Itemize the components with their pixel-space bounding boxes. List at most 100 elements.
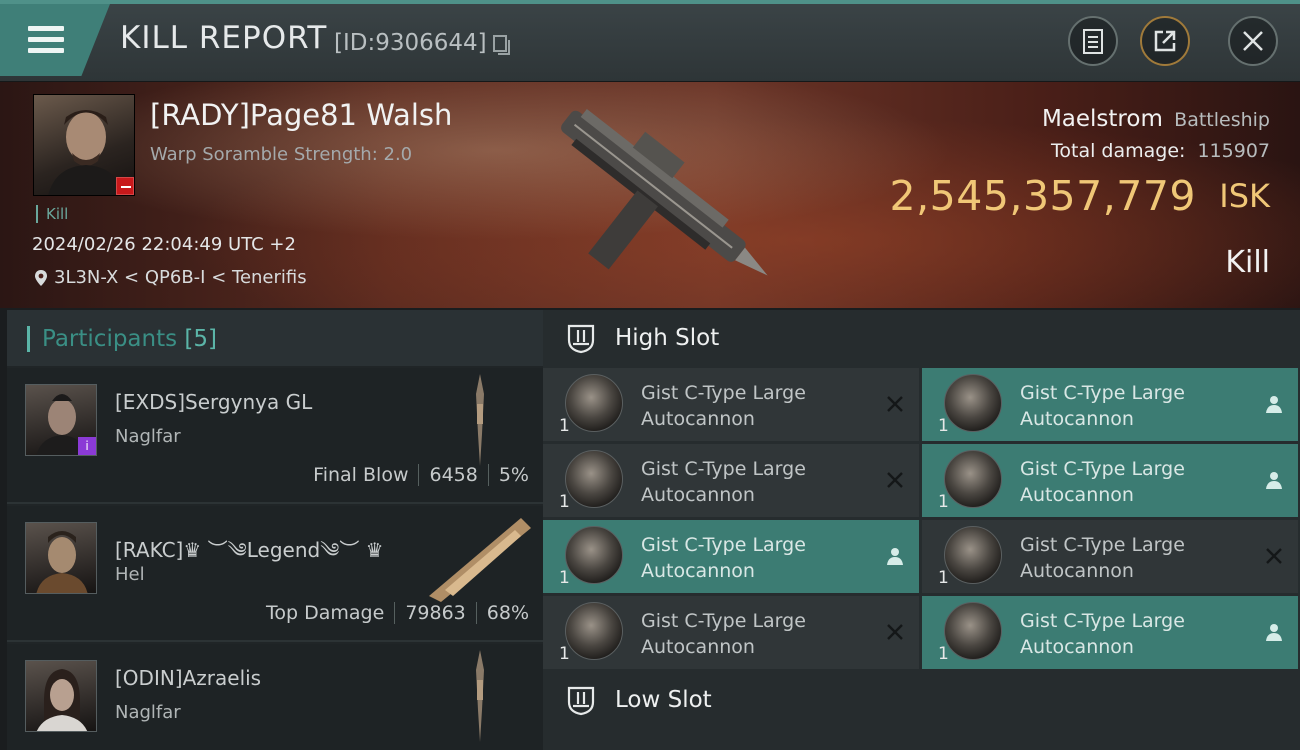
module-quantity: 1 xyxy=(559,568,570,588)
participants-panel: Participants [5] i [EXDS]Sergynya GL Nag… xyxy=(7,310,543,750)
dropped-person-icon xyxy=(1266,624,1282,641)
module-item[interactable]: 1 Gist C-Type Large Autocannon xyxy=(543,596,919,669)
module-item[interactable]: 1 Gist C-Type Large Autocannon xyxy=(922,596,1298,669)
dropped-person-icon xyxy=(887,548,903,565)
low-slot-icon xyxy=(567,686,595,716)
module-quantity: 1 xyxy=(938,644,949,664)
module-quantity: 1 xyxy=(559,416,570,436)
high-slot-icon xyxy=(567,324,595,354)
module-quantity: 1 xyxy=(938,416,949,436)
module-name: Gist C-Type Large Autocannon xyxy=(1020,458,1185,506)
clipboard-button[interactable] xyxy=(1068,16,1118,66)
page-title: KILL REPORT xyxy=(120,20,328,56)
participant-percent: 5% xyxy=(498,464,529,486)
dropped-person-icon xyxy=(1266,472,1282,489)
participant-ship: Hel xyxy=(115,564,145,585)
participant-role: Top Damage xyxy=(266,602,385,624)
participant-row[interactable]: [ODIN]Azraelis Naglfar xyxy=(7,644,543,750)
high-slot-label: High Slot xyxy=(615,325,720,351)
top-bar: KILL REPORT [ID:9306644] xyxy=(0,0,1300,82)
participant-ship: Naglfar xyxy=(115,702,181,723)
participant-row[interactable]: i [EXDS]Sergynya GL Naglfar Final Blow 6… xyxy=(7,368,543,504)
ship-render-image xyxy=(561,108,768,276)
close-button[interactable] xyxy=(1228,16,1278,66)
pilot-portrait xyxy=(36,531,88,593)
module-quantity: 1 xyxy=(559,492,570,512)
module-name: Gist C-Type Large Autocannon xyxy=(1020,534,1185,582)
kill-tag: Kill xyxy=(36,205,68,223)
dropped-person-icon xyxy=(1266,396,1282,413)
autocannon-icon xyxy=(565,602,623,660)
participant-name: [RAKC]♛ ︶༄Legend༄︶ ♛ xyxy=(115,538,384,562)
module-item[interactable]: 1 Gist C-Type Large Autocannon xyxy=(922,368,1298,441)
module-item[interactable]: 1 Gist C-Type Large Autocannon xyxy=(543,444,919,517)
module-name: Gist C-Type Large Autocannon xyxy=(641,382,806,430)
module-quantity: 1 xyxy=(559,644,570,664)
victim-ship[interactable]: Maelstrom Battleship xyxy=(1042,106,1270,132)
isk-value: 2,545,357,779 xyxy=(889,172,1196,220)
module-item[interactable]: 1 Gist C-Type Large Autocannon xyxy=(543,520,919,593)
autocannon-icon xyxy=(565,526,623,584)
participant-name: [EXDS]Sergynya GL xyxy=(115,390,313,414)
autocannon-icon xyxy=(565,374,623,432)
copy-icon[interactable] xyxy=(492,34,512,56)
divider xyxy=(487,464,489,486)
autocannon-icon xyxy=(944,602,1002,660)
module-name: Gist C-Type Large Autocannon xyxy=(1020,610,1185,658)
total-damage-label: Total damage: xyxy=(1051,140,1186,162)
kill-timestamp: 2024/02/26 22:04:49 UTC +2 xyxy=(32,234,296,255)
participant-name: [ODIN]Azraelis xyxy=(115,666,262,690)
close-icon xyxy=(1243,31,1263,51)
participant-damage: 79863 xyxy=(405,602,466,624)
participants-count: [5] xyxy=(184,326,218,352)
module-item[interactable]: 1 Gist C-Type Large Autocannon xyxy=(922,444,1298,517)
total-damage-value: 115907 xyxy=(1197,140,1270,162)
divider xyxy=(418,464,420,486)
autocannon-icon xyxy=(944,450,1002,508)
autocannon-icon xyxy=(944,374,1002,432)
warp-scramble-strength: Warp Soramble Strength: 2.0 xyxy=(150,144,413,165)
module-name: Gist C-Type Large Autocannon xyxy=(641,534,806,582)
kill-location[interactable]: 3L3N-X < QP6B-I < Tenerifis xyxy=(34,267,307,288)
participant-role: Final Blow xyxy=(313,464,409,486)
divider xyxy=(475,602,477,624)
share-icon xyxy=(1154,30,1176,52)
ship-class: Battleship xyxy=(1174,109,1270,131)
module-name: Gist C-Type Large Autocannon xyxy=(641,610,806,658)
module-quantity: 1 xyxy=(938,492,949,512)
participant-ship: Naglfar xyxy=(115,426,181,447)
module-item[interactable]: 1 Gist C-Type Large Autocannon xyxy=(922,520,1298,593)
participants-header[interactable]: Participants [5] xyxy=(7,310,543,366)
participant-row[interactable]: [RAKC]♛ ︶༄Legend༄︶ ♛ Hel Top Damage 7986… xyxy=(7,506,543,642)
divider xyxy=(394,602,396,624)
module-name: Gist C-Type Large Autocannon xyxy=(641,458,806,506)
module-name: Gist C-Type Large Autocannon xyxy=(1020,382,1185,430)
fitting-panel: High Slot 1 Gist C-Type Large Autocannon … xyxy=(543,310,1300,750)
participant-ship-image xyxy=(476,374,484,466)
avatar xyxy=(25,660,97,732)
destroyed-icon xyxy=(887,624,903,640)
autocannon-icon xyxy=(944,526,1002,584)
kill-result: Kill xyxy=(1225,245,1270,280)
location-pin-icon xyxy=(35,269,47,286)
victim-name[interactable]: [RADY]Page81 Walsh xyxy=(150,98,452,132)
participant-stats: Top Damage 79863 68% xyxy=(266,602,529,624)
info-badge: i xyxy=(78,437,96,455)
avatar: i xyxy=(25,384,97,456)
low-slot-header: Low Slot xyxy=(543,672,1300,730)
participant-damage: 6458 xyxy=(429,464,478,486)
module-item[interactable]: 1 Gist C-Type Large Autocannon xyxy=(543,368,919,441)
destroyed-icon xyxy=(1266,548,1282,564)
participant-stats: Final Blow 6458 5% xyxy=(313,464,529,486)
menu-button[interactable] xyxy=(0,4,110,76)
destroyed-icon xyxy=(887,472,903,488)
avatar xyxy=(25,522,97,594)
report-id: [ID:9306644] xyxy=(334,30,487,56)
share-button[interactable] xyxy=(1140,16,1190,66)
pilot-portrait xyxy=(36,669,88,731)
isk-unit: ISK xyxy=(1219,177,1270,215)
ship-name: Maelstrom xyxy=(1041,106,1163,132)
total-damage: Total damage: 115907 xyxy=(1051,140,1270,162)
high-slot-header: High Slot xyxy=(543,310,1300,368)
destroyed-icon xyxy=(887,396,903,412)
